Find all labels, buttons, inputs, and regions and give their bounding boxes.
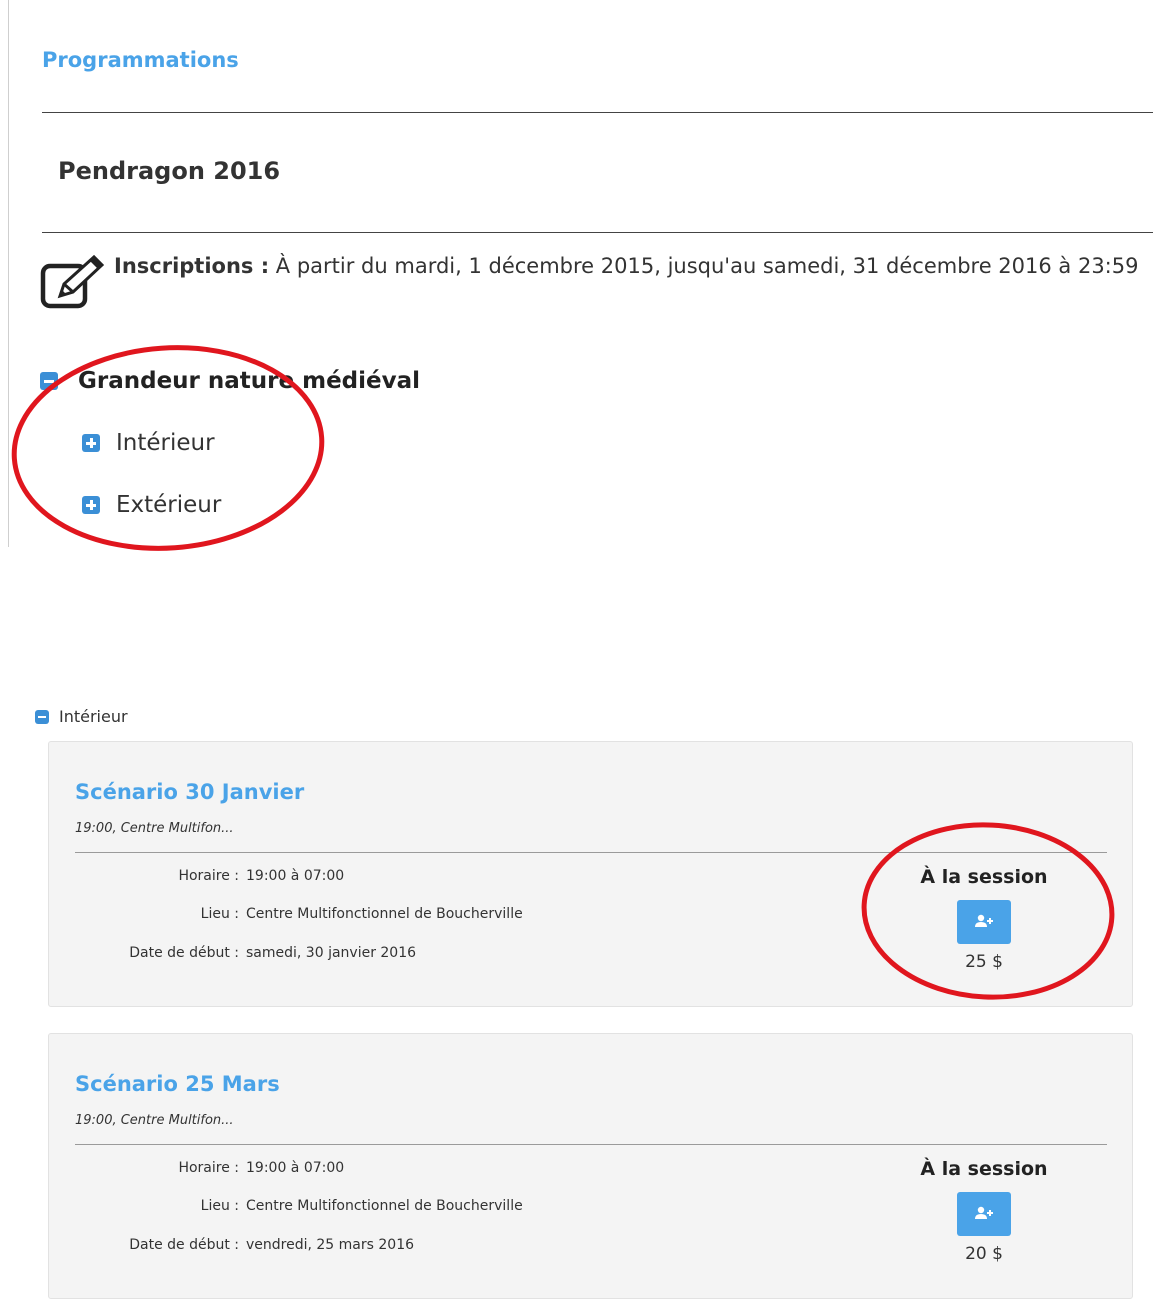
price: 25 $ (965, 952, 1003, 972)
divider (75, 852, 1107, 853)
register-button[interactable] (957, 900, 1011, 944)
horaire-label-cell: Horaire : (75, 868, 239, 888)
expanded-subcategory[interactable]: Intérieur (35, 706, 128, 726)
price: 20 $ (965, 1244, 1003, 1264)
section-title[interactable]: Programmations (42, 48, 239, 72)
divider (42, 112, 1153, 113)
edit-icon (40, 254, 104, 309)
subcategory-interieur[interactable]: Intérieur (82, 430, 215, 456)
session-card: Scénario 25 Mars 19:00, Centre Multifon.… (48, 1033, 1133, 1299)
horaire-value: 19:00 à 07:00 (246, 868, 345, 884)
program-title: Pendragon 2016 (58, 157, 281, 185)
session-card: Scénario 30 Janvier 19:00, Centre Multif… (48, 741, 1133, 1007)
user-add-icon (975, 1206, 993, 1219)
lieu-value: Centre Multifonctionnel de Boucherville (246, 1198, 523, 1214)
plus-square-icon[interactable] (82, 434, 100, 452)
date-label-cell: Date de début : (75, 945, 239, 965)
session-register: À la session 25 $ (909, 866, 1059, 972)
minus-square-icon[interactable] (40, 372, 58, 390)
inscriptions-line: Inscriptions : À partir du mardi, 1 déce… (114, 254, 1138, 278)
session-title[interactable]: Scénario 25 Mars (75, 1072, 280, 1096)
top-panel: Programmations Pendragon 2016 Inscriptio… (0, 0, 1153, 551)
date-label: Date de début : (129, 1237, 239, 1253)
horaire-value: 19:00 à 07:00 (246, 1160, 345, 1176)
inscriptions-dates: À partir du mardi, 1 décembre 2015, jusq… (269, 254, 1139, 278)
lieu-label-cell: Lieu : (75, 1198, 239, 1218)
minus-square-icon[interactable] (35, 709, 49, 724)
expanded-label: Intérieur (59, 707, 128, 726)
session-title[interactable]: Scénario 30 Janvier (75, 780, 304, 804)
divider (42, 232, 1153, 233)
lieu-label: Lieu : (200, 906, 239, 922)
register-button[interactable] (957, 1192, 1011, 1236)
horaire-label: Horaire : (178, 1160, 239, 1176)
session-register: À la session 20 $ (909, 1158, 1059, 1264)
date-label-cell: Date de début : (75, 1237, 239, 1257)
date-value: vendredi, 25 mars 2016 (246, 1237, 415, 1253)
lieu-label: Lieu : (200, 1198, 239, 1214)
session-summary: 19:00, Centre Multifon... (75, 821, 234, 836)
plus-square-icon[interactable] (82, 496, 100, 514)
left-border (8, 0, 9, 547)
category-row[interactable]: Grandeur nature médiéval (40, 368, 420, 394)
horaire-label-cell: Horaire : (75, 1160, 239, 1180)
lieu-value: Centre Multifonctionnel de Boucherville (246, 906, 523, 922)
session-label: À la session (920, 1158, 1048, 1180)
category-label: Grandeur nature médiéval (78, 368, 421, 394)
subcategory-label: Intérieur (116, 430, 215, 456)
horaire-label: Horaire : (178, 868, 239, 884)
divider (75, 1144, 1107, 1145)
session-summary: 19:00, Centre Multifon... (75, 1113, 234, 1128)
inscriptions-label: Inscriptions : (114, 254, 270, 278)
date-label: Date de début : (129, 945, 239, 961)
user-add-icon (975, 914, 993, 927)
lieu-label-cell: Lieu : (75, 906, 239, 926)
subcategory-label: Extérieur (116, 492, 222, 518)
session-label: À la session (920, 866, 1048, 888)
date-value: samedi, 30 janvier 2016 (246, 945, 417, 961)
subcategory-exterieur[interactable]: Extérieur (82, 492, 221, 518)
